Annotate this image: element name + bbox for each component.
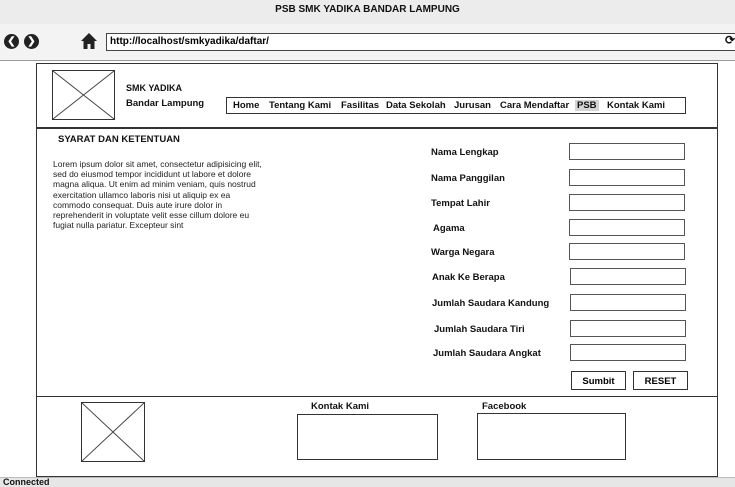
home-icon[interactable]: [80, 32, 98, 50]
menu-cara-mendaftar[interactable]: Cara Mendaftar: [500, 100, 569, 111]
input-warga-negara[interactable]: [569, 243, 685, 260]
label-jumlah-saudara-kandung: Jumlah Saudara Kandung: [432, 298, 550, 309]
footer-contact-title: Kontak Kami: [311, 401, 370, 412]
window-title: PSB SMK YADIKA BANDAR LAMPUNG: [275, 4, 460, 15]
submit-button[interactable]: Sumbit: [571, 371, 626, 390]
input-tempat-lahir[interactable]: [569, 194, 685, 211]
school-city: Bandar Lampung: [126, 98, 205, 109]
main-menu: Home Tentang Kami Fasilitas Data Sekolah…: [226, 97, 686, 114]
refresh-icon[interactable]: ⟳: [725, 33, 735, 47]
input-jumlah-saudara-angkat[interactable]: [570, 344, 686, 361]
label-anak-ke-berapa: Anak Ke Berapa: [432, 272, 505, 283]
label-jumlah-saudara-tiri: Jumlah Saudara Tiri: [434, 324, 525, 335]
footer-facebook-title: Facebook: [482, 401, 527, 412]
terms-text: Lorem ipsum dolor sit amet, consectetur …: [53, 159, 262, 231]
input-jumlah-saudara-tiri[interactable]: [570, 320, 686, 337]
section-title: SYARAT DAN KETENTUAN: [58, 134, 180, 145]
label-agama: Agama: [433, 223, 465, 234]
contact-box: [297, 414, 438, 460]
menu-home[interactable]: Home: [233, 100, 259, 111]
label-warga-negara: Warga Negara: [431, 247, 495, 258]
address-bar[interactable]: [106, 33, 735, 51]
menu-kontak-kami[interactable]: Kontak Kami: [607, 100, 665, 111]
facebook-box: [477, 413, 626, 460]
input-jumlah-saudara-kandung[interactable]: [570, 294, 686, 311]
menu-data-sekolah[interactable]: Data Sekolah: [386, 100, 446, 111]
menu-tentang-kami[interactable]: Tentang Kami: [269, 100, 331, 111]
menu-jurusan[interactable]: Jurusan: [454, 100, 491, 111]
input-nama-lengkap[interactable]: [569, 143, 685, 160]
label-jumlah-saudara-angkat: Jumlah Saudara Angkat: [433, 348, 541, 359]
header-divider: [36, 127, 718, 129]
school-name: SMK YADIKA: [126, 83, 183, 93]
image-placeholder: [81, 402, 145, 462]
forward-arrow-icon[interactable]: ❯: [24, 34, 39, 49]
back-arrow-icon[interactable]: ❮: [4, 34, 19, 49]
label-nama-panggilan: Nama Panggilan: [431, 173, 505, 184]
footer-divider: [36, 396, 718, 397]
menu-fasilitas[interactable]: Fasilitas: [341, 100, 379, 111]
label-nama-lengkap: Nama Lengkap: [431, 147, 499, 158]
reset-button[interactable]: RESET: [633, 371, 688, 390]
menu-psb[interactable]: PSB: [575, 100, 599, 111]
input-nama-panggilan[interactable]: [569, 169, 685, 186]
input-agama[interactable]: [569, 219, 685, 236]
logo-placeholder: [52, 70, 115, 120]
label-tempat-lahir: Tempat Lahir: [431, 198, 490, 209]
input-anak-ke-berapa[interactable]: [570, 268, 686, 285]
